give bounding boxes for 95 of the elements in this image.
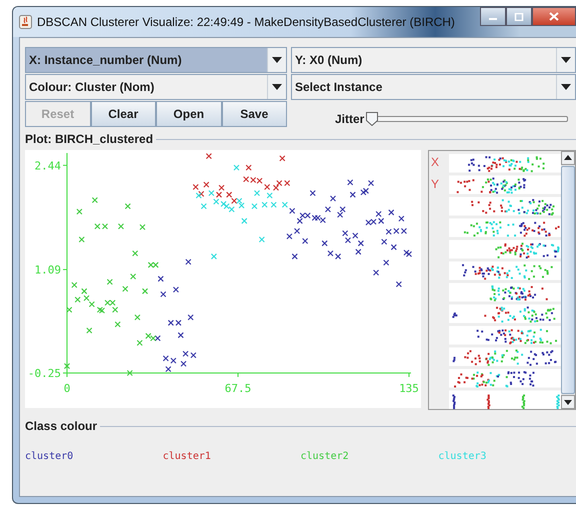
data-point (350, 192, 356, 198)
data-point (78, 236, 85, 242)
data-point (122, 286, 128, 292)
data-point (126, 370, 133, 376)
window-title: DBSCAN Clusterer Visualize: 22:49:49 - MakeDensityBasedClusterer (BIRCH) (37, 15, 455, 29)
toolbar-button[interactable]: Clear (90, 101, 156, 127)
data-point (398, 216, 404, 222)
data-point (86, 328, 92, 334)
data-point (185, 258, 192, 265)
data-point (310, 190, 316, 196)
data-point (292, 253, 298, 260)
toolbar-button[interactable]: Save (222, 101, 287, 127)
close-button[interactable] (532, 7, 576, 26)
cluster-label: cluster3 (438, 451, 488, 462)
maximize-icon (514, 12, 524, 20)
axis-letter: X (431, 154, 440, 171)
cluster-label: cluster0 (25, 451, 74, 462)
slider-thumb[interactable] (366, 112, 378, 126)
dropdown[interactable]: Select Instance (291, 74, 576, 100)
data-point (206, 153, 212, 160)
jitter-label: Jitter (335, 112, 364, 126)
data-point (254, 190, 260, 196)
data-point (139, 224, 146, 230)
data-point (66, 306, 72, 313)
data-point (388, 209, 394, 216)
data-point (262, 202, 268, 208)
data-point (180, 360, 187, 367)
data-point (330, 196, 336, 202)
x-tick-label: 0 (64, 382, 70, 395)
data-point (381, 238, 388, 245)
data-point (284, 180, 290, 186)
data-point (258, 236, 265, 242)
cluster-label: cluster2 (300, 451, 350, 462)
maximize-button[interactable] (506, 7, 532, 26)
axis-letter: Y (431, 176, 440, 192)
y-tick-label: -0.25 (28, 367, 61, 380)
data-point (124, 203, 131, 210)
cluster-label: cluster1 (162, 451, 212, 462)
data-point (241, 218, 248, 224)
x-tick-label: 67.5 (224, 382, 252, 395)
data-point (390, 244, 397, 250)
jitter-slider[interactable] (366, 112, 568, 126)
data-point (130, 273, 136, 280)
data-point (270, 202, 277, 208)
minimize-button[interactable] (480, 7, 506, 26)
class-colour-title: Class colour (25, 419, 100, 433)
data-point (324, 206, 331, 212)
data-point (200, 203, 207, 210)
dropdown-arrow-icon (561, 57, 571, 63)
data-point (76, 208, 82, 215)
dropdown-arrow-icon (561, 84, 571, 90)
close-icon (549, 12, 559, 21)
dropdown[interactable]: X: Instance_number (Num) (25, 47, 287, 73)
data-point (383, 260, 390, 266)
data-point (203, 182, 210, 188)
data-point (355, 248, 362, 255)
data-point (279, 155, 286, 162)
y-tick-label: 2.44 (34, 159, 61, 172)
data-point (210, 253, 217, 260)
toolbar-button[interactable]: Open (156, 101, 222, 127)
data-point (160, 291, 166, 298)
data-point (136, 340, 143, 346)
dropdown[interactable]: Colour: Cluster (Nom) (25, 74, 287, 100)
data-point (178, 332, 184, 338)
data-point (347, 179, 354, 186)
data-point (64, 363, 70, 370)
dropdown-arrow-icon (272, 57, 282, 63)
dropdown-arrow-icon (272, 84, 282, 90)
x-tick-label: 135 (399, 382, 419, 395)
scroll-down-icon[interactable] (561, 395, 575, 409)
data-point (233, 164, 240, 171)
data-point (188, 314, 194, 320)
plot-title: Plot: BIRCH_clustered (25, 132, 156, 146)
data-point (134, 314, 140, 320)
data-point (251, 203, 258, 210)
data-point (92, 197, 98, 204)
data-point (172, 286, 179, 293)
data-point (74, 296, 81, 303)
data-point (71, 282, 78, 288)
scroll-up-icon[interactable] (561, 151, 575, 165)
data-point (373, 270, 380, 276)
data-point (246, 164, 252, 171)
data-point (132, 250, 138, 256)
data-point (322, 240, 328, 246)
data-point (158, 276, 164, 282)
y-tick-label: 1.09 (34, 264, 61, 277)
dropdown[interactable]: Y: X0 (Num) (291, 47, 576, 73)
data-point (302, 238, 308, 244)
data-point (396, 281, 402, 288)
data-point (114, 321, 121, 328)
data-point (106, 278, 113, 285)
java-cup-icon (19, 15, 32, 29)
data-point (118, 223, 124, 230)
data-point (142, 288, 148, 294)
data-point (165, 366, 172, 372)
